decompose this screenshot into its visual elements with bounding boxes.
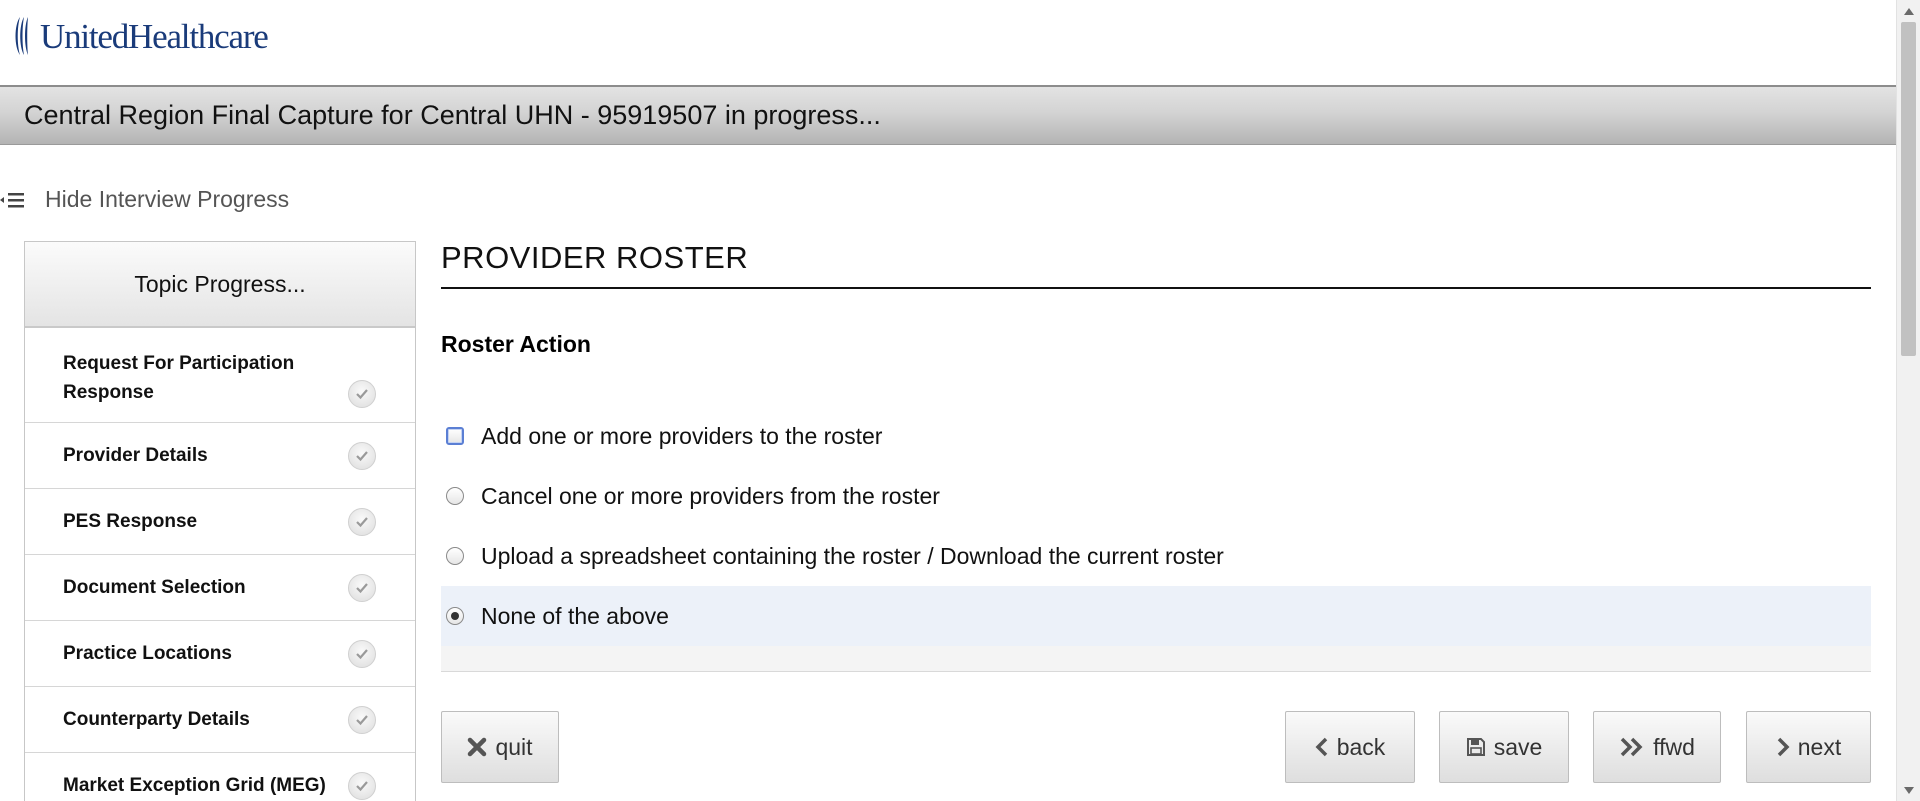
- options-footer: [441, 646, 1871, 672]
- next-button[interactable]: next: [1746, 711, 1871, 783]
- close-icon: [468, 737, 487, 757]
- radio-cancel-providers[interactable]: [446, 487, 464, 505]
- collapse-menu-icon: [0, 189, 26, 209]
- option-upload-download-roster[interactable]: Upload a spreadsheet containing the rost…: [441, 526, 1871, 586]
- checkmark-icon: [348, 442, 376, 470]
- vertical-scrollbar[interactable]: [1896, 0, 1920, 801]
- topic-progress-panel: Topic Progress... Request For Participat…: [24, 241, 416, 801]
- topic-item-pes-response[interactable]: PES Response: [25, 489, 415, 555]
- topic-item-market-exception-grid[interactable]: Market Exception Grid (MEG): [25, 753, 415, 801]
- option-label: Upload a spreadsheet containing the rost…: [481, 542, 1224, 569]
- topic-label: Request For Participation Response: [63, 353, 295, 403]
- section-divider: [441, 287, 1871, 289]
- radio-add-providers[interactable]: [446, 427, 464, 445]
- checkmark-icon: [348, 640, 376, 668]
- page-title: Central Region Final Capture for Central…: [24, 100, 881, 130]
- chevron-left-icon: [1315, 737, 1327, 757]
- scroll-down-arrow-icon[interactable]: [1897, 781, 1920, 799]
- main-content: PROVIDER ROSTER Roster Action Add one or…: [441, 240, 1871, 672]
- topic-label: Counterparty Details: [63, 709, 250, 730]
- back-label: back: [1336, 733, 1386, 760]
- option-none-of-the-above[interactable]: None of the above: [441, 586, 1871, 646]
- chevron-right-icon: [1777, 737, 1790, 757]
- topic-item-provider-details[interactable]: Provider Details: [25, 423, 415, 489]
- ffwd-button[interactable]: ffwd: [1593, 711, 1721, 783]
- roster-action-options: Add one or more providers to the roster …: [441, 406, 1871, 672]
- next-label: next: [1797, 733, 1842, 760]
- brand-name: UnitedHealthcare: [40, 16, 269, 56]
- brand-logo[interactable]: UnitedHealthcare: [12, 14, 269, 58]
- checkmark-icon: [348, 380, 376, 408]
- topic-label: Market Exception Grid (MEG): [63, 775, 326, 796]
- topic-label: Practice Locations: [63, 643, 232, 664]
- quit-button[interactable]: quit: [441, 711, 559, 783]
- hide-progress-toggle[interactable]: Hide Interview Progress: [0, 184, 289, 214]
- radio-upload-download-roster[interactable]: [446, 547, 464, 565]
- floppy-disk-icon: [1466, 738, 1485, 756]
- save-label: save: [1493, 733, 1543, 760]
- topic-item-practice-locations[interactable]: Practice Locations: [25, 621, 415, 687]
- brand-logo-icon: [15, 17, 28, 55]
- checkmark-icon: [348, 772, 376, 800]
- double-chevron-right-icon: [1620, 737, 1643, 757]
- quit-label: quit: [495, 733, 533, 760]
- ffwd-label: ffwd: [1653, 733, 1695, 760]
- title-bar: Central Region Final Capture for Central…: [0, 85, 1896, 145]
- page: UnitedHealthcare Central Region Final Ca…: [0, 0, 1896, 801]
- option-cancel-providers[interactable]: Cancel one or more providers from the ro…: [441, 466, 1871, 526]
- option-label: None of the above: [481, 602, 669, 629]
- question-label: Roster Action: [441, 331, 591, 357]
- checkmark-icon: [348, 706, 376, 734]
- back-button[interactable]: back: [1285, 711, 1415, 783]
- topic-progress-header: Topic Progress...: [25, 242, 415, 328]
- section-title: PROVIDER ROSTER: [441, 240, 749, 275]
- radio-selected-dot: [451, 612, 459, 620]
- hide-progress-label: Hide Interview Progress: [45, 185, 290, 212]
- checkmark-icon: [348, 508, 376, 536]
- topic-item-counterparty-details[interactable]: Counterparty Details: [25, 687, 415, 753]
- scroll-up-arrow-icon[interactable]: [1897, 2, 1920, 20]
- option-add-providers[interactable]: Add one or more providers to the roster: [441, 406, 1871, 466]
- option-label: Add one or more providers to the roster: [481, 422, 883, 449]
- option-label: Cancel one or more providers from the ro…: [481, 482, 940, 509]
- topic-label: Document Selection: [63, 577, 246, 598]
- radio-none-of-the-above[interactable]: [446, 607, 464, 625]
- topic-item-request-for-participation[interactable]: Request For Participation Response: [25, 328, 415, 423]
- scrollbar-thumb[interactable]: [1901, 22, 1916, 356]
- checkmark-icon: [348, 574, 376, 602]
- topic-item-document-selection[interactable]: Document Selection: [25, 555, 415, 621]
- topic-label: PES Response: [63, 511, 198, 532]
- topic-label: Provider Details: [63, 445, 208, 466]
- save-button[interactable]: save: [1439, 711, 1569, 783]
